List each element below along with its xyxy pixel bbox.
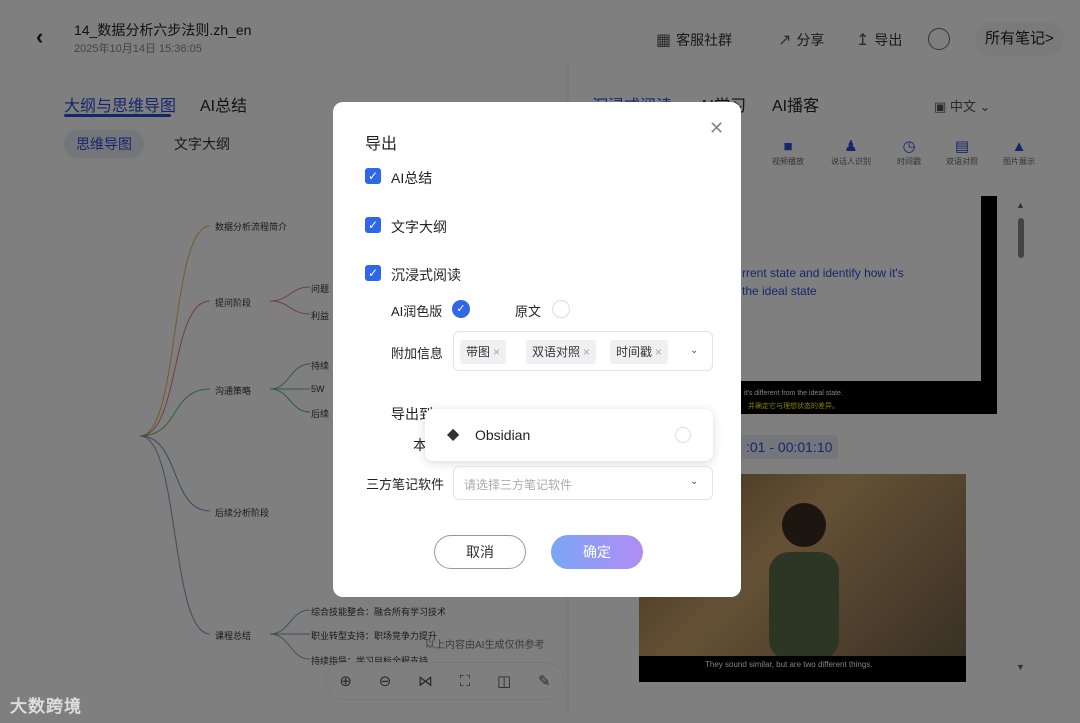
export-dialog: 导出 ✕ ✓ AI总结 ✓ 文字大纲 ✓ 沉浸式阅读 AI润色版 ✓ 原文 附加… xyxy=(333,102,741,597)
cancel-button[interactable]: 取消 xyxy=(434,535,526,569)
confirm-button[interactable]: 确定 xyxy=(551,535,643,569)
tag-bilingual[interactable]: 双语对照 × xyxy=(526,340,597,364)
third-party-select[interactable]: 请选择三方笔记软件 ⌄ xyxy=(453,466,713,500)
third-party-label: 三方笔记软件 xyxy=(366,477,445,492)
close-icon[interactable]: ✕ xyxy=(709,118,724,139)
tag-image[interactable]: 带图 × xyxy=(460,340,507,364)
remove-icon[interactable]: × xyxy=(493,345,500,359)
option-label: 文字大纲 xyxy=(391,219,447,235)
tag-timestamp[interactable]: 时间戳 × xyxy=(610,340,669,364)
remove-icon[interactable]: × xyxy=(583,345,590,359)
option-label: 沉浸式阅读 xyxy=(391,267,461,283)
radio-original[interactable] xyxy=(552,300,570,318)
watermark: 大数跨境 xyxy=(10,697,82,716)
remove-icon[interactable]: × xyxy=(655,345,662,359)
checkbox-text-outline[interactable]: ✓ xyxy=(365,217,381,233)
obsidian-icon: ◆ xyxy=(447,426,460,443)
extra-info-label: 附加信息 xyxy=(391,346,444,361)
checkbox-ai-summary[interactable]: ✓ xyxy=(365,168,381,184)
radio-obsidian[interactable] xyxy=(675,427,691,443)
app-window: ‹ 14_数据分析六步法则.zh_en 2025年10月14日 15:36:05… xyxy=(0,0,1080,723)
ai-polish-label: AI润色版 xyxy=(391,304,443,319)
chevron-down-icon[interactable]: ⌄ xyxy=(690,476,698,487)
dialog-title: 导出 xyxy=(365,136,398,153)
original-label: 原文 xyxy=(515,304,542,319)
checkbox-immersive[interactable]: ✓ xyxy=(365,265,381,281)
obsidian-option[interactable]: ◆ Obsidian xyxy=(425,409,713,461)
extra-info-select[interactable]: 带图 × 双语对照 × 时间戳 × ⌄ xyxy=(453,331,713,371)
option-label: AI总结 xyxy=(391,170,433,186)
radio-ai-polish[interactable]: ✓ xyxy=(452,300,470,318)
chevron-down-icon[interactable]: ⌄ xyxy=(690,345,698,356)
